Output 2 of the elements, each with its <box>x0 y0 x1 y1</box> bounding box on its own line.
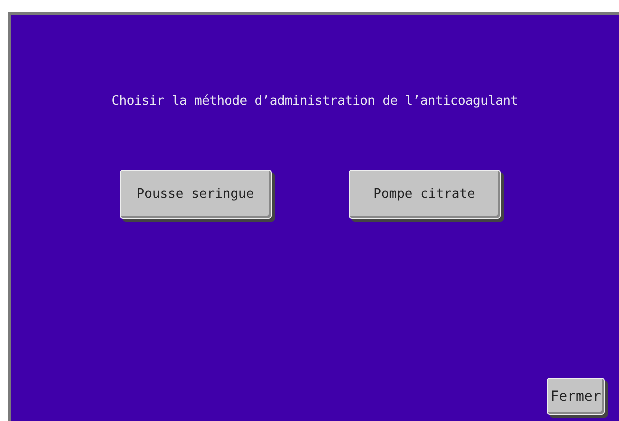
prompt-text: Choisir la méthode d’administration de l’anticoagulant <box>110 94 520 109</box>
close-button[interactable]: Fermer <box>547 378 605 415</box>
